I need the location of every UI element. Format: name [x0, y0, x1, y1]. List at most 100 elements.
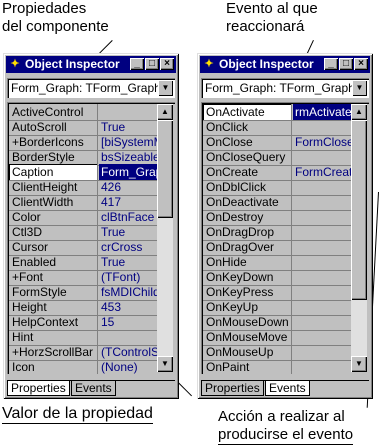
row-value[interactable]: [293, 284, 351, 300]
row-value[interactable]: 453: [99, 299, 157, 315]
component-selector[interactable]: Form_Graph: TForm_Graph ▼: [201, 78, 369, 98]
chevron-down-icon[interactable]: ▼: [158, 80, 173, 96]
row-name: +BorderIcons: [9, 134, 98, 150]
row-value[interactable]: clBtnFace: [99, 209, 157, 225]
row-value[interactable]: [293, 194, 351, 210]
row-value[interactable]: [99, 329, 157, 345]
row-value[interactable]: True: [99, 224, 157, 240]
tab-properties[interactable]: Properties: [201, 381, 264, 396]
row-value[interactable]: 15: [99, 314, 157, 330]
row-name: OnDblClick: [203, 179, 292, 195]
row-value[interactable]: [293, 179, 351, 195]
row-value[interactable]: crCross: [99, 239, 157, 255]
row-value[interactable]: True: [99, 119, 157, 135]
annotation-event: Evento al que reaccionará: [226, 0, 318, 36]
scroll-thumb[interactable]: [157, 120, 173, 218]
minimize-button[interactable]: _: [324, 58, 338, 70]
annotation-line: Evento al que: [226, 0, 318, 17]
row-name: HelpContext: [9, 314, 98, 330]
row-name: OnPaint: [203, 359, 292, 374]
row-name: ClientHeight: [9, 179, 98, 195]
row-name: OnKeyPress: [203, 284, 292, 300]
object-inspector-events-window: ✦ Object Inspector _ □ × Form_Graph: TFo…: [197, 53, 373, 399]
row-value[interactable]: [293, 224, 351, 240]
close-button[interactable]: ×: [354, 58, 368, 70]
component-selector-value: Form_Graph: TForm_Graph: [11, 81, 161, 95]
annotation-action: Acción a realizar al producirse el event…: [218, 408, 354, 445]
tab-events[interactable]: Events: [71, 381, 116, 396]
row-name: Hint: [9, 329, 98, 345]
row-name: OnClose: [203, 134, 292, 150]
row-name: BorderStyle: [9, 149, 98, 165]
row-value[interactable]: rmActivate: [293, 104, 351, 120]
row-name: ActiveControl: [9, 104, 98, 120]
scroll-down-button[interactable]: ▼: [351, 356, 367, 372]
row-value[interactable]: FormClose: [293, 134, 351, 150]
title-bar[interactable]: ✦ Object Inspector _ □ ×: [6, 56, 176, 73]
property-row[interactable]: Icon (None): [9, 359, 157, 374]
scroll-down-button[interactable]: ▼: [157, 356, 173, 372]
row-value[interactable]: [293, 329, 351, 345]
vertical-scrollbar[interactable]: ▲ ▼: [157, 104, 173, 372]
row-value[interactable]: [293, 314, 351, 330]
row-value[interactable]: [293, 254, 351, 270]
row-value[interactable]: bsSizeable: [99, 149, 157, 165]
title-bar[interactable]: ✦ Object Inspector _ □ ×: [200, 56, 370, 73]
row-value[interactable]: 417: [99, 194, 157, 210]
row-value[interactable]: [293, 239, 351, 255]
row-value[interactable]: Form_Graph: [99, 164, 157, 180]
row-value[interactable]: (TFont): [99, 269, 157, 285]
maximize-button[interactable]: □: [145, 58, 159, 70]
row-value[interactable]: [293, 119, 351, 135]
row-name: Height: [9, 299, 98, 315]
row-name: Caption: [9, 164, 98, 180]
row-value[interactable]: True: [99, 254, 157, 270]
row-name: +Font: [9, 269, 98, 285]
row-value[interactable]: fsMDIChild: [99, 284, 157, 300]
row-name: OnClick: [203, 119, 292, 135]
tab-properties[interactable]: Properties: [7, 381, 70, 396]
row-value[interactable]: [293, 269, 351, 285]
row-name: OnDragOver: [203, 239, 292, 255]
row-value[interactable]: (TControlScroll: [99, 344, 157, 360]
annotation-line: reaccionará: [226, 18, 305, 35]
annotation-value: Valor de la propiedad: [2, 405, 153, 424]
row-value[interactable]: [293, 149, 351, 165]
row-value[interactable]: FormCreate: [293, 164, 351, 180]
row-name: OnMouseUp: [203, 344, 292, 360]
scroll-thumb[interactable]: [351, 120, 367, 300]
row-value[interactable]: 426: [99, 179, 157, 195]
row-name: OnCloseQuery: [203, 149, 292, 165]
row-name: OnActivate: [203, 104, 292, 120]
component-selector-value: Form_Graph: TForm_Graph: [205, 81, 355, 95]
row-value[interactable]: (None): [99, 359, 157, 374]
minimize-button[interactable]: _: [130, 58, 144, 70]
row-value[interactable]: [293, 359, 351, 374]
row-name: OnHide: [203, 254, 292, 270]
component-selector[interactable]: Form_Graph: TForm_Graph ▼: [7, 78, 175, 98]
row-name: +HorzScrollBar: [9, 344, 98, 360]
row-name: Cursor: [9, 239, 98, 255]
row-value[interactable]: [293, 209, 351, 225]
annotation-line: Valor de la propiedad: [2, 405, 153, 424]
event-grid: OnActivatermActivate ▼ OnClickOnCloseFormC…: [201, 102, 369, 374]
annotation-line: producirse el evento: [218, 426, 354, 445]
row-value[interactable]: [99, 104, 157, 120]
annotation-line: Propiedades: [2, 0, 87, 17]
maximize-button[interactable]: □: [339, 58, 353, 70]
row-name: Icon: [9, 359, 98, 374]
scroll-up-button[interactable]: ▲: [351, 104, 367, 120]
scroll-up-button[interactable]: ▲: [157, 104, 173, 120]
tab-events[interactable]: Events: [265, 381, 310, 396]
chevron-down-icon[interactable]: ▼: [352, 80, 367, 96]
row-name: OnMouseMove: [203, 329, 292, 345]
event-row[interactable]: OnPaint: [203, 359, 351, 374]
row-value[interactable]: [biSystemMenu: [99, 134, 157, 150]
row-name: ClientWidth: [9, 194, 98, 210]
vertical-scrollbar[interactable]: ▲ ▼: [351, 104, 367, 372]
row-value[interactable]: [293, 299, 351, 315]
window-title: Object Inspector: [25, 57, 120, 71]
close-button[interactable]: ×: [160, 58, 174, 70]
annotation-line: del componente: [2, 18, 109, 35]
row-value[interactable]: [293, 344, 351, 360]
